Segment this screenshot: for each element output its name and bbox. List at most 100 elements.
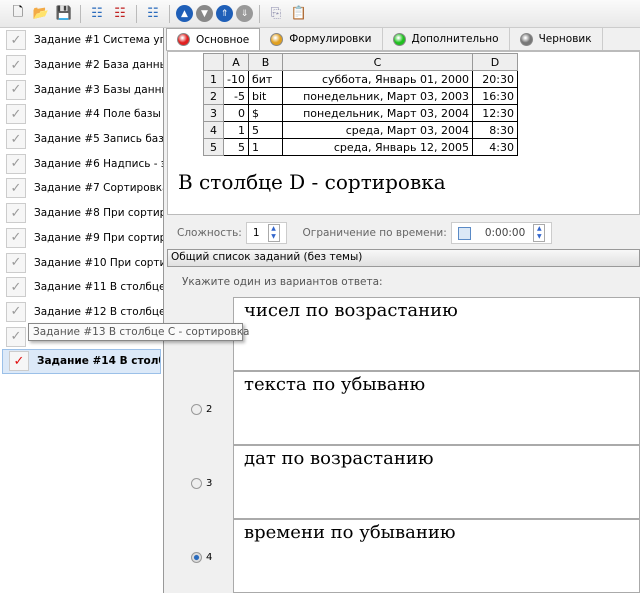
task-item[interactable]: ✓ Задание #6 Надпись - э	[0, 151, 163, 176]
time-limit-label: Ограничение по времени:	[302, 227, 447, 239]
task-label: Задание #11 В столбце А	[34, 281, 163, 294]
task-item[interactable]: ✓ Задание #5 Запись базы	[0, 127, 163, 152]
check-icon: ✓	[6, 129, 26, 150]
task-item[interactable]: ✓ Задание #7 Сортировка	[0, 176, 163, 201]
check-icon: ✓	[6, 178, 26, 199]
tab-3[interactable]: Дополнительно	[383, 28, 510, 50]
table-cell: понедельник, Март 03, 2003	[281, 87, 473, 105]
difficulty-spinner[interactable]: ▲ ▼	[267, 224, 280, 242]
answer-radio-2[interactable]: 2	[191, 404, 212, 415]
task-item[interactable]: ✓ Задание #14 В столб	[2, 348, 161, 374]
group-selector[interactable]: Общий список заданий (без темы)	[167, 249, 640, 267]
delete-task-icon[interactable]: ☷	[110, 4, 130, 24]
time-limit-input[interactable]: 0:00:00 ▲ ▼	[450, 222, 553, 244]
radio-label: 3	[206, 478, 213, 489]
separator	[80, 4, 81, 23]
task-item[interactable]: ✓ Задание #1 Система упр	[0, 28, 163, 53]
task-item[interactable]: ✓ Задание #11 В столбце А	[0, 275, 163, 300]
tab-1[interactable]: Основное	[166, 28, 261, 50]
move-top-icon[interactable]: ⇑	[216, 5, 233, 22]
table-cell: 5	[247, 121, 283, 139]
table-cell: -10	[223, 70, 249, 88]
table-row: 2 -5 bit понедельник, Март 03, 2003 16:30	[203, 87, 518, 105]
check-icon: ✓	[6, 301, 26, 322]
status-dot-icon	[392, 32, 406, 46]
time-spinner[interactable]: ▲ ▼	[533, 224, 546, 242]
table-row: 1 -10 бит суббота, Январь 01, 2000 20:30	[203, 70, 518, 88]
separator	[259, 4, 260, 23]
renumber-icon[interactable]: ☷	[143, 4, 163, 24]
difficulty-input[interactable]: 1 ▲ ▼	[245, 222, 287, 244]
table-cell: 4:30	[471, 138, 518, 156]
status-dot-icon	[177, 33, 190, 46]
answer-radio-4[interactable]: 4	[191, 552, 212, 563]
table-row: 3 0 $ понедельник, Март 03, 2004 12:30	[203, 104, 518, 122]
tooltip: Задание #13 В столбце С - сортировка	[28, 323, 249, 341]
separator	[169, 4, 170, 23]
task-list: ✓ Задание #1 Система упр ✓ Задание #2 База …	[0, 28, 164, 593]
check-icon: ✓	[6, 153, 26, 174]
copy-icon[interactable]: ⎘	[266, 4, 286, 24]
check-icon: ✓	[9, 351, 29, 372]
move-bottom-icon[interactable]: ⇓	[236, 5, 253, 22]
data-table: A B C D 1 -10 бит суббота, Январь 01, 2000 20:30…	[203, 53, 518, 156]
check-icon: ✓	[6, 227, 26, 248]
check-icon: ✓	[6, 104, 26, 125]
paste-icon[interactable]: 📋	[289, 4, 309, 24]
task-item[interactable]: ✓ Задание #10 При сортир	[0, 250, 163, 275]
task-label: Задание #10 При сортир	[34, 256, 163, 269]
table-cell: -5	[223, 87, 249, 105]
add-task-icon[interactable]: ☷	[87, 4, 107, 24]
open-folder-icon[interactable]: 📂	[31, 4, 51, 24]
toolbar: 🗋 📂 💾 ☷ ☷ ☷ ▲ ▼ ⇑ ⇓ ⎘ 📋	[0, 0, 640, 28]
radio-label: 2	[206, 404, 213, 415]
tab-label: Черновик	[538, 33, 592, 45]
task-label: Задание #3 Базы данны	[34, 83, 163, 96]
radio-button[interactable]	[191, 404, 202, 415]
column-header	[203, 53, 224, 71]
answer-radio-3[interactable]: 3	[191, 478, 212, 489]
task-label: Задание #6 Надпись - э	[34, 157, 163, 170]
time-value: 0:00:00	[484, 227, 526, 239]
task-item[interactable]: ✓ Задание #8 При сортиро	[0, 201, 163, 226]
radio-label: 4	[206, 552, 213, 563]
time-limit-checkbox[interactable]	[457, 226, 471, 240]
tab-label: Формулировки	[289, 33, 372, 45]
table-cell: понедельник, Март 03, 2004	[281, 104, 473, 122]
tab-label: Дополнительно	[411, 33, 499, 45]
status-dot-icon	[519, 32, 533, 46]
table-cell: среда, Январь 12, 2005	[281, 138, 473, 156]
tab-bar: Основное Формулировки Дополнительно Чернови…	[166, 28, 640, 51]
task-item[interactable]: ✓ Задание #4 Поле базы д	[0, 102, 163, 127]
status-dot-icon	[270, 32, 284, 46]
radio-button[interactable]	[191, 478, 202, 489]
save-icon[interactable]: 💾	[54, 4, 74, 24]
move-down-icon[interactable]: ▼	[196, 5, 213, 22]
task-label: Задание #1 Система упр	[34, 34, 163, 47]
check-icon: ✓	[6, 277, 26, 298]
task-item[interactable]: ✓ Задание #3 Базы данны	[0, 77, 163, 102]
new-file-icon[interactable]: 🗋	[8, 4, 28, 24]
task-label: Задание #7 Сортировка	[34, 182, 163, 195]
task-label: Задание #5 Запись базы	[34, 133, 163, 146]
answer-option-text: чисел по возрастанию	[233, 297, 640, 371]
table-cell: 16:30	[471, 87, 518, 105]
table-cell: 4	[203, 121, 224, 139]
check-icon: ✓	[6, 55, 26, 76]
answer-option-text: дат по возрастанию	[233, 445, 640, 519]
table-cell: bit	[247, 87, 283, 105]
tab-4[interactable]: Черновик	[510, 28, 603, 50]
difficulty-value: 1	[252, 227, 260, 239]
task-item[interactable]: ✓ Задание #9 При сортиро	[0, 226, 163, 251]
radio-button[interactable]	[191, 552, 202, 563]
move-up-icon[interactable]: ▲	[176, 5, 193, 22]
task-item[interactable]: ✓ Задание #12 В столбце Е	[0, 300, 163, 325]
check-icon: ✓	[6, 30, 26, 51]
separator	[136, 4, 137, 23]
task-label: Задание #8 При сортиро	[34, 207, 163, 220]
check-icon: ✓	[6, 326, 26, 347]
tab-2[interactable]: Формулировки	[260, 28, 383, 50]
table-cell: 2	[203, 87, 224, 105]
task-item[interactable]: ✓ Задание #2 База данных	[0, 53, 163, 78]
table-cell: 12:30	[471, 104, 518, 122]
